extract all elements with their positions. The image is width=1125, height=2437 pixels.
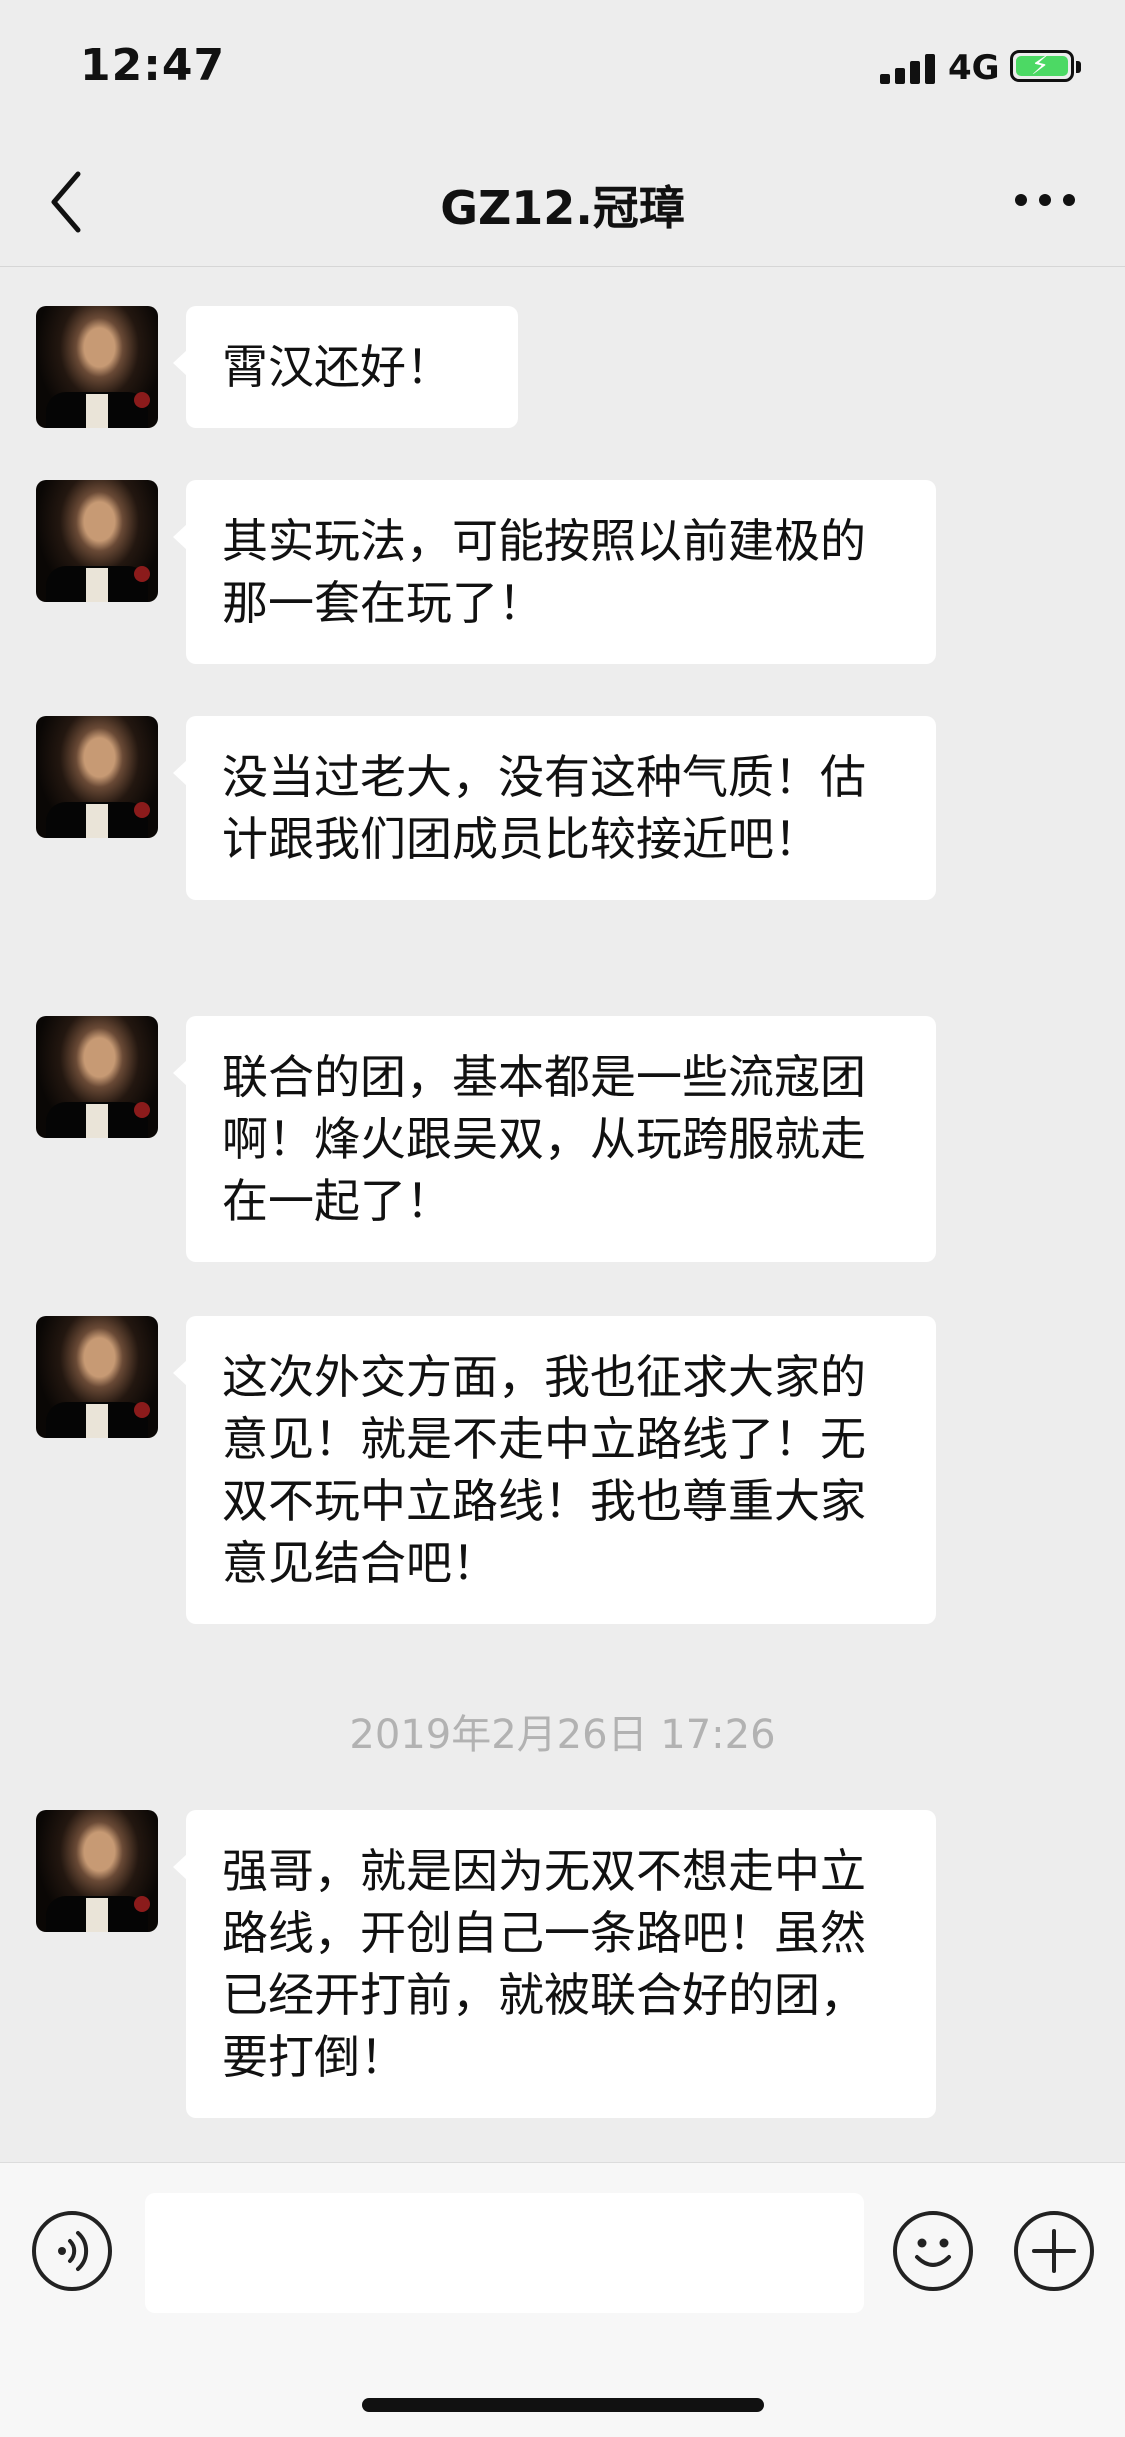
plus-icon [1032, 2229, 1076, 2273]
more-button[interactable] [1005, 170, 1085, 230]
message-timestamp: 2019年2月26日 17:26 [349, 1712, 776, 1758]
status-bar: 12:47 4G ⚡ [0, 0, 1125, 140]
message-bubble[interactable]: 强哥，就是因为无双不想走中立路线，开创自己一条路吧！虽然已经开打前，就被联合好的… [173, 1810, 936, 2118]
avatar[interactable] [36, 480, 158, 602]
more-dots-icon [1015, 194, 1075, 206]
status-time: 12:47 [80, 40, 226, 91]
avatar[interactable] [36, 1810, 158, 1932]
chat-header: GZ12.冠璋 [0, 140, 1125, 267]
avatar[interactable] [36, 1316, 158, 1438]
home-indicator[interactable] [362, 2398, 764, 2412]
avatar[interactable] [36, 716, 158, 838]
signal-icon [880, 54, 936, 84]
message-bubble[interactable]: 其实玩法，可能按照以前建极的那一套在玩了！ [173, 480, 936, 664]
message-bubble[interactable]: 联合的团，基本都是一些流寇团啊！烽火跟吴双，从玩跨服就走在一起了！ [173, 1016, 936, 1262]
voice-icon [58, 2231, 89, 2271]
emoji-button[interactable] [893, 2211, 973, 2291]
input-bar [0, 2162, 1125, 2437]
message-input[interactable] [145, 2193, 864, 2313]
avatar[interactable] [36, 306, 158, 428]
message-bubble[interactable]: 霄汉还好！ [173, 306, 518, 428]
message-bubble[interactable]: 没当过老大，没有这种气质！估计跟我们团成员比较接近吧！ [173, 716, 936, 900]
message-bubble[interactable]: 这次外交方面，我也征求大家的意见！就是不走中立路线了！无双不玩中立路线！我也尊重… [173, 1316, 936, 1624]
chat-title: GZ12.冠璋 [440, 181, 685, 235]
add-button[interactable] [1014, 2211, 1094, 2291]
battery-icon: ⚡ [1010, 50, 1081, 82]
network-type: 4G [948, 48, 1000, 88]
emoji-icon [915, 2238, 951, 2267]
voice-button[interactable] [32, 2211, 112, 2291]
avatar[interactable] [36, 1016, 158, 1138]
